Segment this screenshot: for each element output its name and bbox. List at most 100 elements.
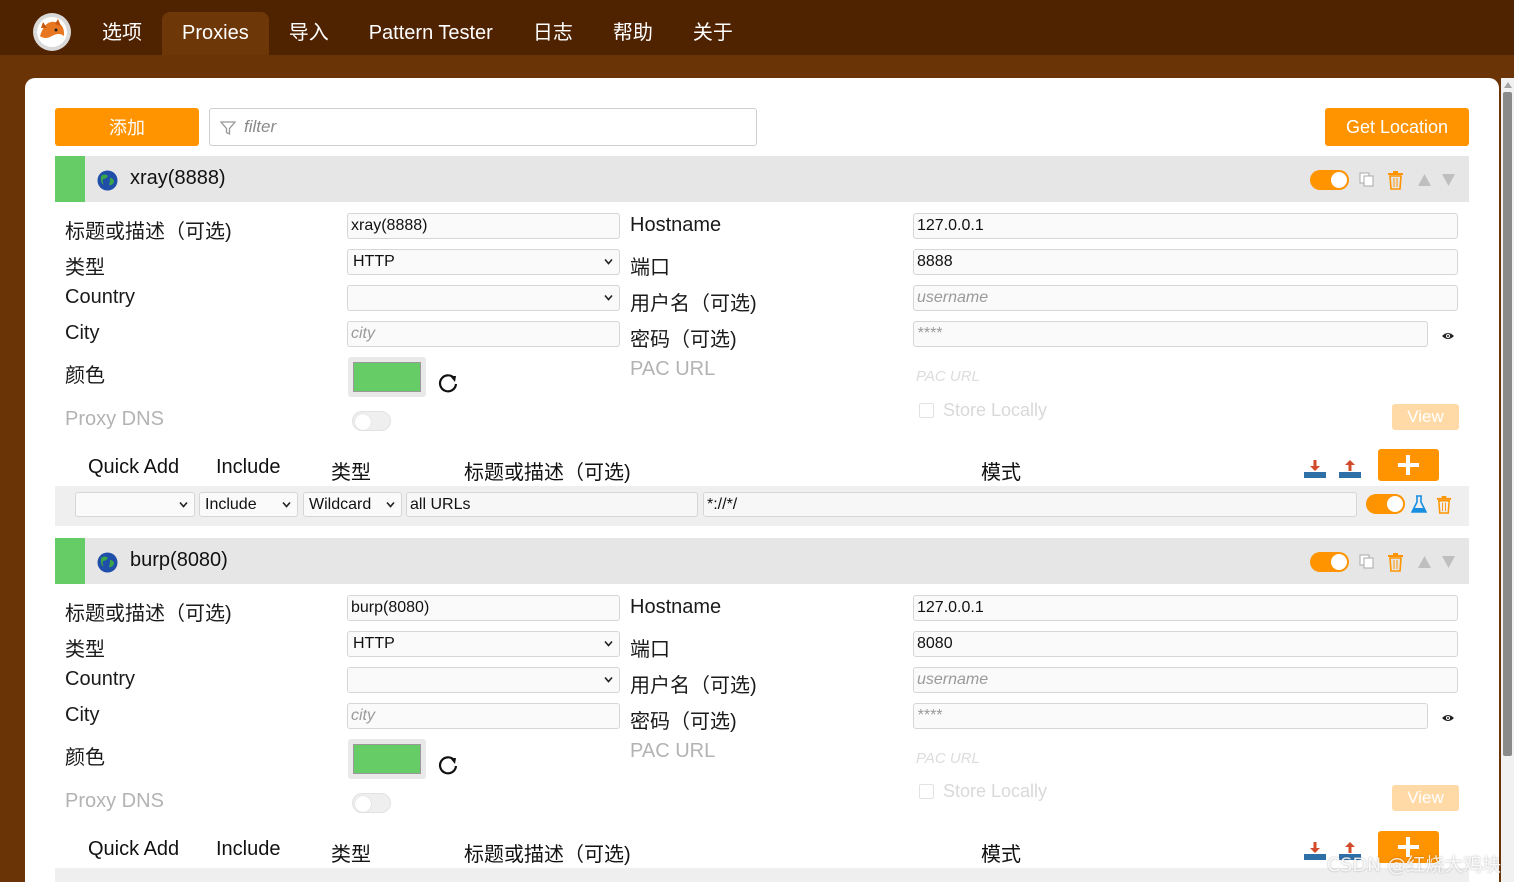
password-input[interactable] [913, 321, 1428, 347]
view-pac-button[interactable]: View [1392, 785, 1459, 811]
title-header: 标题或描述（可选) [464, 844, 631, 866]
export-patterns-icon[interactable] [1338, 459, 1362, 479]
delete-icon[interactable] [1387, 170, 1404, 190]
test-pattern-icon[interactable] [1411, 495, 1427, 514]
filter-input[interactable] [244, 116, 744, 138]
tab-about[interactable]: 关于 [673, 12, 753, 55]
pac-url-input[interactable] [913, 363, 1458, 389]
chevron-down-icon [604, 258, 613, 265]
color-label: 颜色 [65, 747, 105, 769]
country-select[interactable] [347, 285, 620, 311]
type-value: HTTP [353, 635, 395, 652]
proxy-card-xray: xray(8888) 标题或描述（可选) xray(8888) 类型 HTTP … [55, 156, 1469, 528]
hostname-label: Hostname [630, 214, 722, 236]
proxy-enable-toggle[interactable] [1310, 170, 1349, 190]
chevron-down-icon [604, 294, 613, 301]
proxy-dns-toggle[interactable] [352, 411, 391, 431]
country-select[interactable] [347, 667, 620, 693]
tab-proxies[interactable]: Proxies [162, 12, 269, 55]
filter-box [209, 108, 757, 146]
tab-import[interactable]: 导入 [269, 12, 349, 55]
color-picker[interactable] [348, 739, 426, 779]
include-value: Include [205, 496, 257, 513]
type-header: 类型 [331, 462, 371, 484]
password-label: 密码（可选) [630, 329, 737, 351]
duplicate-icon[interactable] [1359, 554, 1374, 569]
csdn-watermark: CSDN @红烧大鸡块 [1327, 854, 1502, 876]
title-header: 标题或描述（可选) [464, 462, 631, 484]
import-patterns-icon[interactable] [1303, 841, 1327, 861]
username-input[interactable] [913, 667, 1458, 693]
country-label: Country [65, 286, 136, 308]
pattern-type-select[interactable]: Wildcard [303, 492, 402, 517]
proxy-header[interactable]: burp(8080) [55, 538, 1469, 584]
store-locally-checkbox[interactable] [919, 403, 934, 418]
proxy-enable-toggle[interactable] [1310, 552, 1349, 572]
add-proxy-button[interactable]: 添加 [55, 108, 199, 146]
pattern-header: Quick Add Include 类型 标题或描述（可选) 模式 [65, 448, 1459, 486]
title-input[interactable]: xray(8888) [347, 213, 620, 239]
port-label: 端口 [630, 639, 670, 661]
show-password-icon[interactable] [1441, 331, 1455, 341]
proxy-name: burp(8080) [130, 549, 228, 571]
view-pac-button[interactable]: View [1392, 404, 1459, 430]
delete-icon[interactable] [1387, 552, 1404, 572]
port-input[interactable]: 8080 [913, 631, 1458, 657]
tab-log[interactable]: 日志 [513, 12, 593, 55]
city-label: City [65, 704, 100, 726]
city-label: City [65, 322, 100, 344]
port-input[interactable]: 8888 [913, 249, 1458, 275]
scrollbar-thumb[interactable] [1503, 92, 1512, 756]
proxy-color-stripe [55, 538, 85, 584]
city-input[interactable] [347, 321, 620, 347]
hostname-input[interactable]: 127.0.0.1 [913, 213, 1458, 239]
title-label: 标题或描述（可选) [65, 603, 232, 625]
country-label: Country [65, 668, 136, 690]
pattern-title-input[interactable]: all URLs [406, 492, 698, 517]
title-input[interactable]: burp(8080) [347, 595, 620, 621]
store-locally-checkbox[interactable] [919, 784, 934, 799]
pattern-row-partial [55, 868, 1469, 882]
get-location-button[interactable]: Get Location [1325, 108, 1469, 146]
tab-help[interactable]: 帮助 [593, 12, 673, 55]
chevron-down-icon [604, 676, 613, 683]
proxy-header[interactable]: xray(8888) [55, 156, 1469, 202]
pac-url-input[interactable] [913, 745, 1458, 771]
move-up-icon[interactable] [1417, 555, 1432, 569]
add-pattern-button[interactable] [1378, 449, 1439, 481]
color-label: 颜色 [65, 365, 105, 387]
import-patterns-icon[interactable] [1303, 459, 1327, 479]
scroll-up-arrow-icon[interactable] [1504, 82, 1512, 88]
reset-color-icon[interactable] [437, 372, 459, 394]
pattern-input[interactable]: *://*/ [703, 492, 1357, 517]
type-select[interactable]: HTTP [347, 631, 620, 657]
quick-add-header: Quick Add [88, 456, 180, 478]
store-locally-label: Store Locally [943, 781, 1048, 801]
type-select[interactable]: HTTP [347, 249, 620, 275]
password-input[interactable] [913, 703, 1428, 729]
title-label: 标题或描述（可选) [65, 221, 232, 243]
move-down-icon[interactable] [1441, 173, 1456, 187]
move-up-icon[interactable] [1417, 173, 1432, 187]
city-input[interactable] [347, 703, 620, 729]
quick-add-select[interactable] [75, 492, 195, 517]
move-down-icon[interactable] [1441, 555, 1456, 569]
tab-pattern-tester[interactable]: Pattern Tester [349, 12, 513, 55]
vertical-scrollbar[interactable] [1501, 78, 1514, 882]
reset-color-icon[interactable] [437, 754, 459, 776]
show-password-icon[interactable] [1441, 713, 1455, 723]
hostname-input[interactable]: 127.0.0.1 [913, 595, 1458, 621]
proxy-dns-toggle[interactable] [352, 793, 391, 813]
foxyproxy-logo-icon [33, 13, 71, 51]
duplicate-icon[interactable] [1359, 172, 1374, 187]
pattern-type-value: Wildcard [309, 496, 372, 513]
pattern-enable-toggle[interactable] [1366, 494, 1405, 514]
delete-pattern-icon[interactable] [1436, 495, 1452, 514]
color-picker[interactable] [348, 357, 426, 397]
username-input[interactable] [913, 285, 1458, 311]
include-select[interactable]: Include [199, 492, 298, 517]
chevron-down-icon [179, 501, 188, 508]
pattern-row: Include Wildcard all URLs *://*/ [55, 486, 1469, 526]
tab-options[interactable]: 选项 [82, 12, 162, 55]
proxy-card-burp: burp(8080) 标题或描述（可选) burp(8080) 类型 HTTP … [55, 538, 1469, 882]
